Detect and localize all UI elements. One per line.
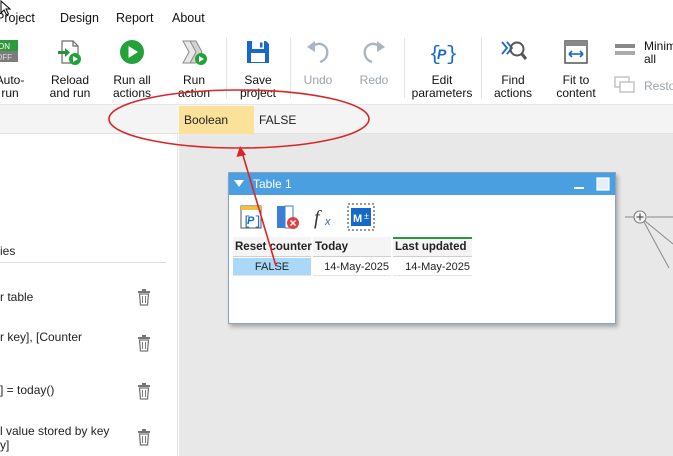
table-cell-reset-counter[interactable]: FALSE bbox=[233, 258, 311, 276]
fit-content-icon bbox=[564, 40, 588, 64]
run-action-label: Run action bbox=[177, 73, 211, 100]
svg-text:M: M bbox=[353, 213, 362, 225]
reload-and-run-button[interactable]: Reload and run bbox=[44, 38, 96, 100]
svg-text:f: f bbox=[314, 207, 322, 229]
minimize-all-icon bbox=[615, 44, 635, 55]
action-item[interactable]: ] = today() bbox=[0, 383, 54, 397]
toolbar-separator bbox=[481, 38, 482, 98]
restore-windows-icon bbox=[614, 76, 635, 93]
expand-node-icon[interactable] bbox=[633, 210, 647, 224]
toolbar: ON OFF Auto- run Reload and run Run all … bbox=[0, 34, 673, 104]
svg-text:x: x bbox=[324, 216, 331, 228]
formula-fx-icon[interactable]: f x bbox=[311, 203, 339, 231]
reload-run-label: Reload and run bbox=[49, 73, 91, 100]
auto-run-on-badge: ON bbox=[0, 42, 10, 51]
parameters-icon: { P } bbox=[429, 44, 456, 66]
column-header-last-updated[interactable]: Last updated bbox=[393, 237, 472, 257]
redo-icon bbox=[363, 41, 385, 64]
auto-run-button[interactable]: ON OFF Auto- run bbox=[0, 38, 30, 100]
actions-panel-header: ies bbox=[0, 244, 16, 258]
remove-column-icon[interactable] bbox=[273, 203, 301, 231]
run-all-label: Run all actions bbox=[112, 73, 152, 100]
trash-icon[interactable] bbox=[136, 382, 152, 400]
find-magnifier-icon bbox=[501, 41, 527, 60]
collapse-triangle-icon[interactable] bbox=[234, 180, 244, 188]
redo-label: Redo bbox=[359, 73, 389, 87]
restore-button[interactable]: Resto bbox=[614, 74, 673, 96]
restore-label: Resto bbox=[644, 79, 673, 93]
table-window-toolbar: [ P ] f x M ± bbox=[229, 203, 615, 239]
column-header-today[interactable]: Today bbox=[313, 237, 391, 257]
memory-plus-minus-icon[interactable]: M ± bbox=[347, 203, 375, 231]
run-all-icon bbox=[120, 40, 144, 64]
action-item[interactable]: r table bbox=[0, 290, 33, 304]
fit-content-label: Fit to content bbox=[556, 73, 596, 100]
edit-parameters-label: Edit parameters bbox=[411, 73, 473, 100]
table-cell-today[interactable]: 14-May-2025 bbox=[313, 258, 391, 276]
auto-run-switch-icon: ON OFF bbox=[0, 40, 18, 62]
save-project-label: Save project bbox=[239, 73, 277, 100]
run-action-icon bbox=[182, 40, 207, 65]
action-item[interactable]: l value stored by key y] bbox=[0, 424, 109, 452]
auto-run-off-badge: OFF bbox=[0, 53, 12, 62]
minimize-all-button[interactable]: Minim all bbox=[614, 38, 673, 68]
toolbar-separator bbox=[404, 38, 405, 98]
column-header-reset-counter[interactable]: Reset counter bbox=[233, 237, 312, 257]
maximize-window-icon[interactable] bbox=[596, 177, 610, 191]
svg-text:]: ] bbox=[254, 214, 262, 229]
value-display[interactable]: FALSE bbox=[259, 113, 296, 127]
minimize-window-icon[interactable] bbox=[573, 178, 585, 190]
menu-design[interactable]: Design bbox=[60, 11, 99, 25]
save-project-button[interactable]: Save project bbox=[232, 38, 284, 100]
edit-parameters-button[interactable]: { P } Edit parameters bbox=[410, 38, 474, 100]
save-floppy-icon bbox=[247, 41, 269, 63]
redo-button[interactable]: Redo bbox=[352, 38, 396, 100]
value-bar: Boolean FALSE bbox=[0, 104, 673, 134]
fit-to-content-button[interactable]: Fit to content bbox=[550, 38, 602, 100]
undo-icon bbox=[307, 41, 329, 64]
menu-report[interactable]: Report bbox=[116, 11, 154, 25]
minimize-all-label: Minim all bbox=[644, 39, 673, 66]
mouse-cursor-icon bbox=[0, 0, 12, 16]
panel-divider bbox=[0, 262, 166, 263]
reload-run-icon bbox=[58, 40, 81, 65]
table-window-title: Table 1 bbox=[253, 177, 292, 191]
menu-about[interactable]: About bbox=[172, 11, 205, 25]
action-item[interactable]: r key], [Counter bbox=[0, 330, 82, 344]
undo-label: Undo bbox=[303, 73, 333, 87]
find-actions-button[interactable]: Find actions bbox=[488, 38, 538, 100]
find-actions-label: Find actions bbox=[493, 73, 533, 100]
undo-button[interactable]: Undo bbox=[296, 38, 340, 100]
auto-run-label: Auto- run bbox=[0, 73, 25, 100]
table-window-titlebar[interactable]: Table 1 bbox=[229, 173, 615, 195]
trash-icon[interactable] bbox=[136, 428, 152, 446]
table-cell-last-updated[interactable]: 14-May-2025 bbox=[393, 258, 472, 276]
trash-icon[interactable] bbox=[136, 334, 152, 352]
toolbar-separator bbox=[226, 38, 227, 98]
toolbar-separator bbox=[290, 38, 291, 98]
table-window[interactable]: Table 1 [ P ] f x M ± Reset counter Toda… bbox=[228, 172, 616, 324]
actions-panel: ies r table r key], [Counter ] = today()… bbox=[0, 134, 178, 456]
table-parameters-icon[interactable]: [ P ] bbox=[237, 203, 265, 231]
run-action-button[interactable]: Run action bbox=[170, 38, 218, 100]
value-type-label: Boolean bbox=[179, 106, 254, 134]
menu-bar: Project Design Report About bbox=[0, 0, 673, 34]
svg-text:±: ± bbox=[364, 211, 369, 221]
svg-text:}: } bbox=[446, 44, 456, 66]
run-all-actions-button[interactable]: Run all actions bbox=[106, 38, 158, 100]
trash-icon[interactable] bbox=[136, 288, 152, 306]
